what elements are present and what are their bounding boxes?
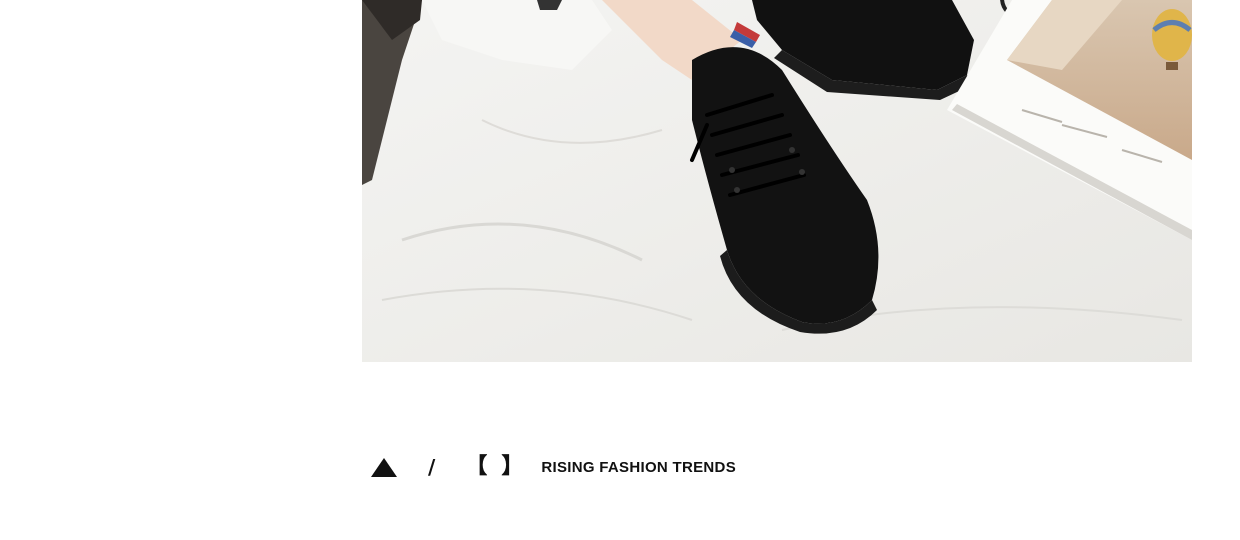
sneaker-photo-illustration xyxy=(362,0,1192,362)
product-detail-page: / 【 】 RISING FASHION TRENDS xyxy=(0,0,1240,540)
caption-tagline: RISING FASHION TRENDS xyxy=(541,458,736,476)
caption-separator: / xyxy=(428,455,436,479)
bracket-pair: 【 】 xyxy=(465,456,523,478)
section-caption: / 【 】 RISING FASHION TRENDS xyxy=(370,452,736,482)
bracket-close: 】 xyxy=(501,454,524,479)
product-photo xyxy=(362,0,1192,362)
bracket-open: 【 xyxy=(465,454,488,479)
triangle-up-icon xyxy=(370,456,398,478)
